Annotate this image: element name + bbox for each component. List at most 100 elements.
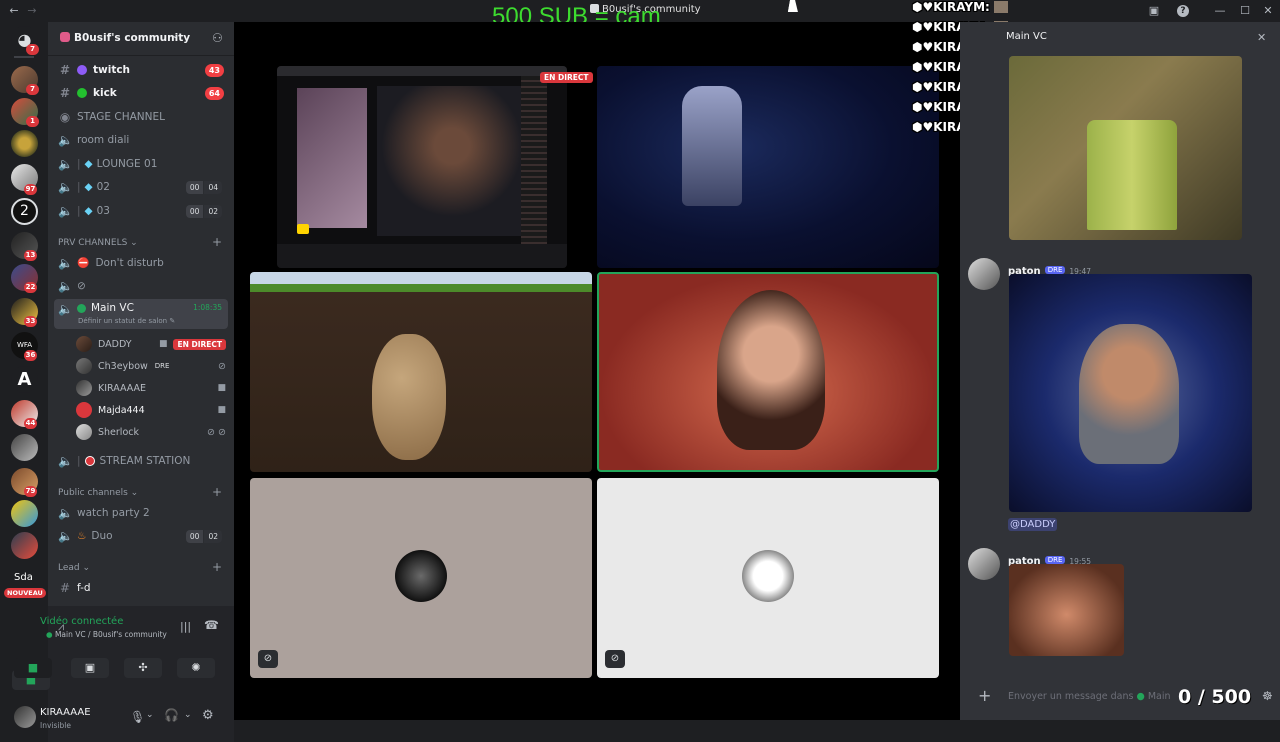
unread-badge: 64	[204, 86, 224, 100]
video-tile-camera-off[interactable]: ⊘	[597, 478, 939, 678]
settings-gear-icon[interactable]: ⚙	[202, 708, 214, 723]
category-lead[interactable]: Lead ⌄	[58, 563, 90, 573]
message-input[interactable]: Envoyer un message dans ● Main	[1008, 691, 1171, 702]
inbox-icon[interactable]: ▣	[1148, 5, 1160, 17]
camera-toggle-button[interactable]: ■	[14, 658, 52, 678]
guild-icon	[60, 32, 70, 42]
attached-image[interactable]	[1009, 56, 1242, 240]
server-icon[interactable]	[11, 532, 38, 559]
emoji-icon[interactable]: ☸	[1262, 689, 1273, 703]
member-majda444[interactable]: Majda444 ■	[76, 400, 226, 420]
live-badge: EN DIRECT	[173, 338, 226, 350]
maximize-icon[interactable]: ☐	[1239, 5, 1251, 17]
camera-icon: ■	[217, 383, 226, 393]
video-tile-stream[interactable]	[277, 66, 567, 268]
rail-divider	[14, 56, 34, 58]
help-icon[interactable]: ?	[1177, 5, 1189, 17]
server-icon[interactable]: 2	[11, 198, 38, 225]
voice-location[interactable]: ● Main VC / B0usif's community	[46, 630, 167, 639]
attached-image[interactable]	[1009, 564, 1124, 656]
add-member-icon[interactable]: ⚇	[212, 31, 223, 45]
fire-icon: ♨	[77, 530, 87, 542]
green-dot-icon: ●	[46, 630, 53, 639]
close-window-icon[interactable]: ✕	[1262, 5, 1274, 17]
bar-separator: |	[77, 158, 81, 170]
channel-02[interactable]: 🔈 | ◆ 02 00 04	[54, 176, 228, 198]
server-icon[interactable]	[11, 500, 38, 527]
member-name: KIRAAAAE	[98, 382, 147, 394]
video-content	[297, 88, 367, 228]
server-folder-label[interactable]: Sda	[14, 572, 33, 583]
user-panel: KIRAAAAE Invisible 🎙 ⌄ 🎧 ⌄ ⚙	[14, 694, 234, 742]
user-count: 00 02	[185, 529, 222, 543]
channel-watch-party[interactable]: 🔈 watch party 2	[54, 502, 228, 524]
add-channel-icon[interactable]: +	[212, 485, 222, 499]
hashtag-icon: #	[59, 581, 71, 595]
chat-overlay	[521, 76, 547, 256]
notification-badge: 13	[24, 250, 37, 261]
activities-button[interactable]: ✣	[124, 658, 162, 678]
muted-mic-icon: ⊘ ⊘	[207, 426, 226, 438]
member-daddy[interactable]: DADDY ■ EN DIRECT	[76, 334, 226, 354]
channel-twitch[interactable]: # twitch 43	[54, 59, 228, 81]
channel-lounge01[interactable]: 🔈 | ◆ LOUNGE 01	[54, 153, 228, 175]
channel-room-diali[interactable]: 🔈 room diali	[54, 129, 228, 151]
screen-share-button[interactable]: ▣	[71, 658, 109, 678]
red-circle-icon	[84, 456, 95, 466]
video-tile-potato[interactable]	[250, 272, 592, 472]
dre-tag: DRE	[1044, 265, 1066, 274]
camera-icon: ■	[158, 339, 168, 349]
mention[interactable]: @DADDY	[1008, 518, 1058, 531]
server-icon[interactable]	[11, 434, 38, 461]
voice-status[interactable]: Vidéo connectée	[40, 616, 123, 627]
input-placeholder: Envoyer un message dans	[1008, 691, 1134, 702]
voice-location-label: Main VC / B0usif's community	[54, 630, 167, 639]
notification-badge: 1	[26, 116, 39, 127]
channel-duo[interactable]: 🔈 ♨ Duo 00 02	[54, 525, 228, 547]
close-chat-icon[interactable]: ✕	[1257, 31, 1266, 44]
member-kiraaaae[interactable]: KIRAAAAE ■	[76, 378, 226, 398]
channel-label: f-d	[77, 582, 91, 594]
live-badge: EN DIRECT	[540, 72, 593, 83]
chevron-down-icon[interactable]: ⌄	[146, 710, 154, 720]
member-ch3eybow[interactable]: Ch3eybow DRE ⊘	[76, 356, 226, 376]
avatar	[76, 358, 92, 374]
add-attachment-icon[interactable]: +	[978, 686, 991, 705]
channel-unnamed[interactable]: 🔈 ⊘	[54, 275, 228, 297]
minimize-icon[interactable]: —	[1214, 5, 1226, 17]
channel-main-vc[interactable]: 🔈 Main VC 1:08:35 Définir un statut de sa…	[54, 299, 228, 329]
soundboard-button[interactable]: ✺	[177, 658, 215, 678]
channel-stage[interactable]: ◉ STAGE CHANNEL	[54, 106, 228, 128]
channel-03[interactable]: 🔈 | ◆ 03 00 02	[54, 200, 228, 222]
member-sherlock[interactable]: Sherlock ⊘ ⊘	[76, 422, 226, 442]
disconnect-icon[interactable]: ☎	[204, 618, 219, 632]
video-tile-speaking[interactable]	[597, 272, 939, 472]
channel-stream-station[interactable]: 🔈 | STREAM STATION	[54, 450, 228, 472]
microphone-icon[interactable]: 🎙	[130, 710, 145, 724]
user-avatar[interactable]	[14, 706, 36, 728]
channel-status-hint[interactable]: Définir un statut de salon ✎	[78, 317, 175, 325]
video-tile-gaming-room[interactable]	[597, 66, 939, 268]
server-icon[interactable]	[11, 130, 38, 157]
image-content	[1079, 324, 1179, 464]
count-limit: 02	[204, 204, 222, 218]
video-tile-camera-off[interactable]: ⊘	[250, 478, 592, 678]
chevron-down-icon[interactable]: ⌄	[184, 710, 192, 720]
channel-dont-disturb[interactable]: 🔈 ⛔ Don't disturb	[54, 252, 228, 274]
noise-suppression-icon[interactable]: |||	[180, 620, 191, 633]
author-avatar[interactable]	[968, 548, 1000, 580]
category-public[interactable]: Public channels ⌄	[58, 488, 138, 498]
back-arrow-icon[interactable]: ←	[8, 5, 20, 17]
author-avatar[interactable]	[968, 258, 1000, 290]
server-icon[interactable]: A	[11, 366, 38, 393]
attached-image[interactable]	[1009, 274, 1252, 512]
add-channel-icon[interactable]: +	[212, 235, 222, 249]
add-channel-icon[interactable]: +	[212, 560, 222, 574]
bar-separator: |	[77, 455, 81, 467]
guild-header[interactable]: B0usif's community ⌄ ⚇	[48, 22, 234, 56]
channel-kick[interactable]: # kick 64	[54, 82, 228, 104]
notification-badge: 44	[24, 418, 37, 429]
forward-arrow-icon[interactable]: →	[26, 5, 38, 17]
channel-fd[interactable]: # f-d	[54, 577, 228, 599]
category-prv[interactable]: PRV CHANNELS ⌄	[58, 238, 138, 248]
